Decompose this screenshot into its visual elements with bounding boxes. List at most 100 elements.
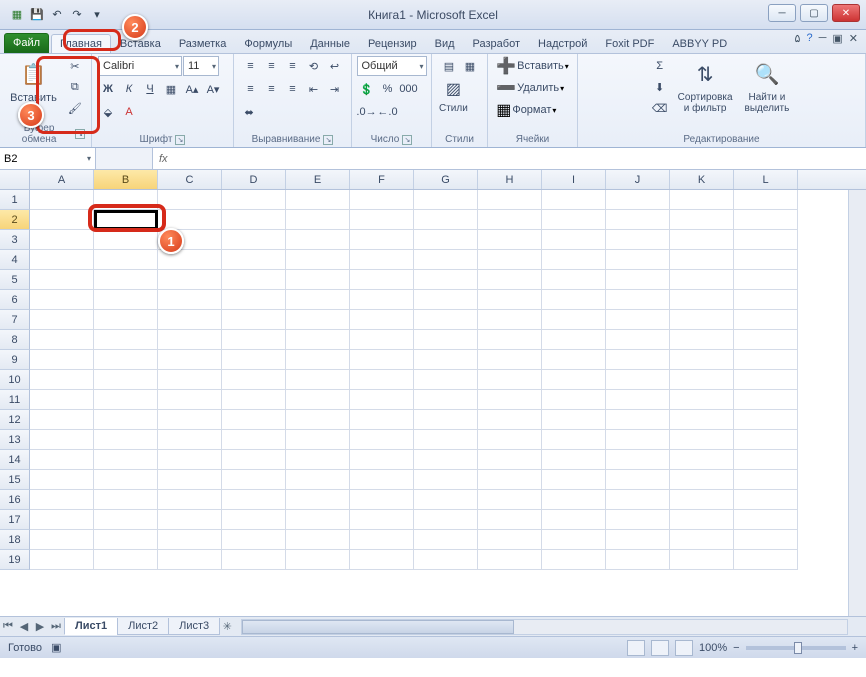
view-pagebreak-icon[interactable]: [675, 640, 693, 656]
cell[interactable]: [222, 390, 286, 410]
fx-icon[interactable]: fx: [159, 153, 168, 165]
cell[interactable]: [286, 530, 350, 550]
decrease-decimal-icon[interactable]: ←.0: [378, 102, 398, 122]
number-format-combo[interactable]: Общий: [357, 56, 427, 76]
cell[interactable]: [478, 530, 542, 550]
cell[interactable]: [606, 310, 670, 330]
cell[interactable]: [286, 370, 350, 390]
cell[interactable]: [670, 250, 734, 270]
cell[interactable]: [30, 490, 94, 510]
tab-developer[interactable]: Разработ: [464, 34, 529, 53]
qat-customize-icon[interactable]: ▾: [88, 6, 106, 24]
cell[interactable]: [30, 450, 94, 470]
cell[interactable]: [158, 450, 222, 470]
cell[interactable]: [542, 290, 606, 310]
cell[interactable]: [606, 470, 670, 490]
cell[interactable]: [222, 290, 286, 310]
col-header[interactable]: F: [350, 170, 414, 189]
cell[interactable]: [158, 210, 222, 230]
cell[interactable]: [734, 210, 798, 230]
cell[interactable]: [414, 390, 478, 410]
cell[interactable]: [606, 350, 670, 370]
cell[interactable]: [670, 510, 734, 530]
sheet-tab[interactable]: Лист3: [168, 618, 220, 635]
cell[interactable]: [478, 270, 542, 290]
formula-input[interactable]: fx: [152, 148, 866, 169]
cell[interactable]: [542, 390, 606, 410]
cell[interactable]: [286, 550, 350, 570]
cell[interactable]: [286, 330, 350, 350]
cell[interactable]: [478, 490, 542, 510]
cell[interactable]: [94, 330, 158, 350]
cell[interactable]: [414, 250, 478, 270]
cell[interactable]: [286, 350, 350, 370]
cell[interactable]: [670, 470, 734, 490]
cell[interactable]: [286, 310, 350, 330]
cell[interactable]: [606, 390, 670, 410]
cell[interactable]: [606, 190, 670, 210]
sheet-nav-first-icon[interactable]: ⏮: [0, 620, 16, 633]
cell[interactable]: [30, 550, 94, 570]
cell[interactable]: [30, 270, 94, 290]
cell[interactable]: [350, 270, 414, 290]
cell[interactable]: [734, 370, 798, 390]
font-launcher-icon[interactable]: ↘: [175, 135, 185, 145]
cell[interactable]: [286, 490, 350, 510]
cell[interactable]: [542, 250, 606, 270]
cell[interactable]: [30, 210, 94, 230]
vertical-scrollbar[interactable]: [848, 190, 866, 616]
help-icon[interactable]: ?: [806, 32, 812, 45]
zoom-slider[interactable]: [746, 646, 846, 650]
workbook-minimize-icon[interactable]: ─: [819, 32, 827, 45]
cell[interactable]: [94, 470, 158, 490]
cell[interactable]: [734, 390, 798, 410]
cell[interactable]: [158, 330, 222, 350]
col-header[interactable]: E: [286, 170, 350, 189]
zoom-out-icon[interactable]: −: [733, 642, 739, 654]
cell[interactable]: [286, 290, 350, 310]
cell[interactable]: [478, 410, 542, 430]
cell[interactable]: [670, 390, 734, 410]
row-header[interactable]: 15: [0, 470, 30, 490]
cell[interactable]: [734, 490, 798, 510]
increase-font-icon[interactable]: A▴: [182, 79, 202, 99]
cell[interactable]: [414, 430, 478, 450]
cell[interactable]: [350, 310, 414, 330]
cell[interactable]: [414, 190, 478, 210]
merge-icon[interactable]: ⬌: [241, 102, 258, 122]
view-layout-icon[interactable]: [651, 640, 669, 656]
fill-color-icon[interactable]: ⬙: [98, 102, 118, 122]
cells-insert-button[interactable]: ➕Вставить▾: [496, 56, 569, 76]
cell[interactable]: [478, 230, 542, 250]
cell[interactable]: [606, 330, 670, 350]
cell[interactable]: [30, 390, 94, 410]
redo-icon[interactable]: ↷: [68, 6, 86, 24]
cell[interactable]: [734, 410, 798, 430]
cell[interactable]: [670, 190, 734, 210]
col-header[interactable]: D: [222, 170, 286, 189]
cell[interactable]: [158, 290, 222, 310]
cell[interactable]: [350, 390, 414, 410]
font-color-icon[interactable]: A: [119, 102, 139, 122]
cell[interactable]: [30, 430, 94, 450]
row-header[interactable]: 12: [0, 410, 30, 430]
cell[interactable]: [350, 550, 414, 570]
cell[interactable]: [30, 290, 94, 310]
cell[interactable]: [606, 250, 670, 270]
cell[interactable]: [542, 470, 606, 490]
cell[interactable]: [734, 510, 798, 530]
cell[interactable]: [286, 230, 350, 250]
tab-data[interactable]: Данные: [301, 34, 359, 53]
macro-record-icon[interactable]: ▣: [51, 642, 61, 654]
cell[interactable]: [286, 250, 350, 270]
cell[interactable]: [222, 530, 286, 550]
horizontal-scrollbar[interactable]: [241, 619, 848, 635]
cell[interactable]: [222, 230, 286, 250]
cell[interactable]: [350, 330, 414, 350]
wrap-text-icon[interactable]: ↩: [325, 56, 345, 76]
cell[interactable]: [670, 530, 734, 550]
tab-review[interactable]: Рецензир: [359, 34, 426, 53]
cell[interactable]: [606, 370, 670, 390]
cell[interactable]: [414, 270, 478, 290]
tab-addins[interactable]: Надстрой: [529, 34, 596, 53]
